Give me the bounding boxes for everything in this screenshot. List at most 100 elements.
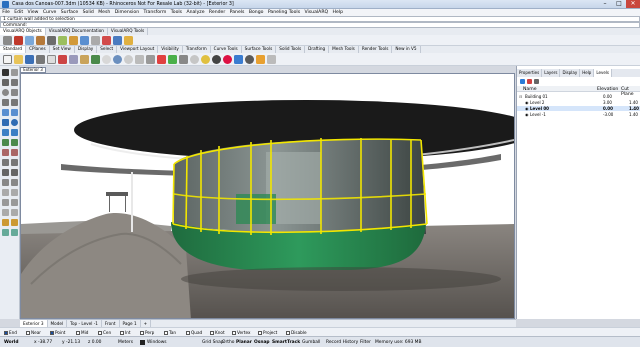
join-icon[interactable] [2,169,9,176]
current-layer[interactable]: Windows [147,340,167,345]
mesh-icon[interactable] [2,139,9,146]
tab-select[interactable]: Select [97,46,118,53]
menu-solid[interactable]: Solid [80,9,96,16]
curve-icon[interactable] [11,79,18,86]
box-icon[interactable] [2,119,9,126]
ortho-toggle[interactable]: Ortho [222,340,234,345]
level-row[interactable]: ◉ Level -1 -3.00 1.40 [517,112,640,117]
select-icon[interactable] [157,55,166,64]
smarttrack-toggle[interactable]: SmartTrack [272,340,300,345]
tab-solid-tools[interactable]: Solid Tools [276,46,306,53]
light-icon[interactable] [201,55,210,64]
undo-icon[interactable] [91,55,100,64]
cplane-icon[interactable] [179,55,188,64]
menu-view[interactable]: View [25,9,40,16]
pan-icon[interactable] [102,55,111,64]
record-history-toggle[interactable]: Record History [326,340,358,345]
collapse-icon[interactable]: ⊟ [519,94,522,99]
cut-icon[interactable] [58,55,67,64]
eye-icon[interactable]: ◉ [525,112,529,117]
furniture-icon[interactable] [124,36,133,45]
menu-help[interactable]: Help [330,9,345,16]
panel-tab-display[interactable]: Display [560,69,581,77]
osnap-toggle[interactable]: Osnap [254,340,270,345]
viewport-tab-page-1[interactable]: Page 1 [120,320,141,327]
mirror-icon[interactable] [2,209,9,216]
offset-icon[interactable] [11,179,18,186]
polyline-icon[interactable] [2,79,9,86]
cylinder-icon[interactable] [11,129,18,136]
railing-icon[interactable] [102,36,111,45]
select-arrow-icon[interactable] [2,69,9,76]
osnap-knot[interactable]: Knot [210,330,225,335]
mesh-box-icon[interactable] [11,139,18,146]
menu-visualarq[interactable]: VisualARQ [302,9,330,16]
menu-edit[interactable]: Edit [12,9,25,16]
minimize-button[interactable]: – [598,0,612,8]
planar-toggle[interactable]: Planar [236,340,252,345]
tab-visualarq-tools[interactable]: VisualARQ Tools [108,28,149,35]
add-level-icon[interactable] [520,79,525,84]
shade-icon[interactable] [190,55,199,64]
zoom-extents-icon[interactable] [146,55,155,64]
viewport-exterior-3[interactable] [20,73,515,319]
level-settings-icon[interactable] [534,79,539,84]
level-row-selected[interactable]: ◉ Level 00 0.00 1.40 [517,106,640,111]
move-tool-icon[interactable] [2,189,9,196]
osnap-near[interactable]: Near [26,330,41,335]
circle-icon[interactable] [2,89,9,96]
import-icon[interactable] [47,55,56,64]
array-icon[interactable] [11,209,18,216]
panel-tab-properties[interactable]: Properties [517,69,543,77]
menu-curve[interactable]: Curve [41,9,59,16]
delete-level-icon[interactable] [527,79,532,84]
beam-icon[interactable] [91,36,100,45]
dimension-icon[interactable] [11,149,18,156]
filter-toggle[interactable]: Filter [360,340,371,345]
menu-mesh[interactable]: Mesh [96,9,112,16]
copy-icon[interactable] [69,55,78,64]
osnap-mid[interactable]: Mid [76,330,88,335]
menu-paneling-tools[interactable]: Paneling Tools [266,9,303,16]
tab-viewport-layout[interactable]: Viewport Layout [117,46,159,53]
surface-icon[interactable] [2,109,9,116]
group-icon[interactable] [2,219,9,226]
tab-surface-tools[interactable]: Surface Tools [242,46,277,53]
osnap-point[interactable]: Point [50,330,65,335]
rotate-view-icon[interactable] [113,55,122,64]
osnap-end[interactable]: End [4,330,17,335]
wall-icon[interactable] [3,36,12,45]
close-button[interactable]: ✕ [626,0,640,8]
paste-icon[interactable] [80,55,89,64]
menu-bongo[interactable]: Bongo [247,9,266,16]
scale-tool-icon[interactable] [11,199,18,206]
tab-visualarq-objects[interactable]: VisualARQ Objects [0,28,46,35]
rotate-tool-icon[interactable] [2,199,9,206]
panel-tab-help[interactable]: Help [580,69,595,77]
move-icon[interactable] [168,55,177,64]
layer-color-swatch[interactable] [140,340,145,345]
zoom-icon[interactable] [124,55,133,64]
osnap-disable[interactable]: Disable [286,330,307,335]
distance-icon[interactable] [11,229,18,236]
print-icon[interactable] [36,55,45,64]
tab-display[interactable]: Display [75,46,98,53]
curtain-wall-icon[interactable] [14,36,23,45]
fillet-icon[interactable] [2,179,9,186]
menu-dimension[interactable]: Dimension [113,9,142,16]
text-icon[interactable] [2,149,9,156]
osnap-quad[interactable]: Quad [186,330,202,335]
osnap-project[interactable]: Project [258,330,277,335]
polygon-icon[interactable] [11,99,18,106]
tab-standard[interactable]: Standard [0,46,27,53]
menu-file[interactable]: File [0,9,12,16]
layer-icon[interactable] [234,55,243,64]
column-icon[interactable] [47,36,56,45]
menu-panels[interactable]: Panels [227,9,246,16]
roof-icon[interactable] [80,36,89,45]
panel-tab-levels[interactable]: Levels [594,69,612,77]
point-icon[interactable] [11,69,18,76]
extrude-icon[interactable] [2,129,9,136]
viewport-tab-front[interactable]: Front [102,320,120,327]
viewport-tab-top-level-1[interactable]: Top - Level -1 [67,320,102,327]
